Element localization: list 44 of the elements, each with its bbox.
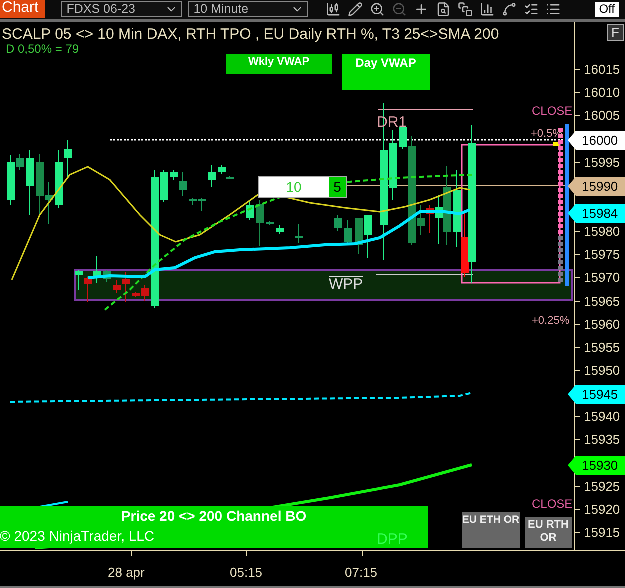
price-tick-label: 16010 bbox=[584, 85, 620, 100]
price-tick-label: 15935 bbox=[584, 432, 620, 448]
interval-dropdown[interactable]: 10 Minute bbox=[188, 1, 308, 17]
price-tick-label: 15965 bbox=[584, 294, 620, 308]
counter-display: 10 5 bbox=[258, 176, 347, 198]
eu-eth-or-label: EU ETH OR bbox=[462, 512, 520, 548]
panel-button[interactable]: F bbox=[607, 24, 624, 41]
price-tick-label: 15940 bbox=[584, 409, 620, 424]
time-tick-label: 28 apr bbox=[108, 565, 145, 580]
close-label: CLOSE bbox=[532, 498, 573, 512]
dpp-label: DPP bbox=[377, 532, 408, 548]
price-tag: 15984 bbox=[568, 204, 625, 223]
price-tick-label: 16015 bbox=[584, 62, 620, 77]
price-tick-label: 15955 bbox=[584, 340, 620, 355]
price-tag: 15990 bbox=[568, 177, 625, 196]
price-tick-label: 15995 bbox=[584, 154, 620, 170]
price-tag: 16000 bbox=[568, 131, 625, 150]
day-vwap-label: Day VWAP bbox=[342, 54, 430, 90]
price-tick-label: 15980 bbox=[584, 224, 620, 240]
copyright-text: © 2023 NinjaTrader, LLC bbox=[0, 529, 155, 544]
chart-title: SCALP 05 <> 10 Min DAX, RTH TPO , EU Daily RTH %, T3 25<>SMA 200 bbox=[2, 27, 500, 44]
wkly-vwap-label: Wkly VWAP bbox=[226, 54, 332, 74]
price-tick-label: 15975 bbox=[584, 247, 620, 262]
chart-tab[interactable]: Chart bbox=[0, 0, 45, 18]
marker bbox=[553, 142, 559, 146]
time-tick-label: 05:15 bbox=[230, 565, 263, 580]
instrument-dropdown[interactable]: FDXS 06-23 bbox=[60, 1, 182, 17]
price-tag: 15930 bbox=[568, 456, 625, 475]
price-tick-label: 15950 bbox=[584, 362, 620, 378]
off-field[interactable]: Off bbox=[595, 2, 619, 16]
price-tick-label: 16005 bbox=[584, 108, 620, 124]
price-tick-label: 15915 bbox=[584, 525, 620, 540]
wpp-label: WPP bbox=[329, 276, 364, 294]
price-tick-label: 15920 bbox=[584, 502, 620, 517]
price-tag: 15945 bbox=[568, 385, 625, 404]
close-label: CLOSE bbox=[532, 105, 573, 118]
percent-label: +0.25% bbox=[532, 315, 570, 328]
indicator-readout: D 0,50% = 79 bbox=[6, 43, 80, 56]
percent-label: +0.5% bbox=[531, 128, 562, 140]
price-tick-label: 15960 bbox=[584, 316, 620, 332]
price-tick-label: 15925 bbox=[584, 478, 620, 494]
price-tick-label: 15970 bbox=[584, 270, 620, 286]
eu-rth-or-label: EU RTH OR bbox=[525, 517, 572, 548]
time-tick-label: 07:15 bbox=[345, 565, 378, 580]
